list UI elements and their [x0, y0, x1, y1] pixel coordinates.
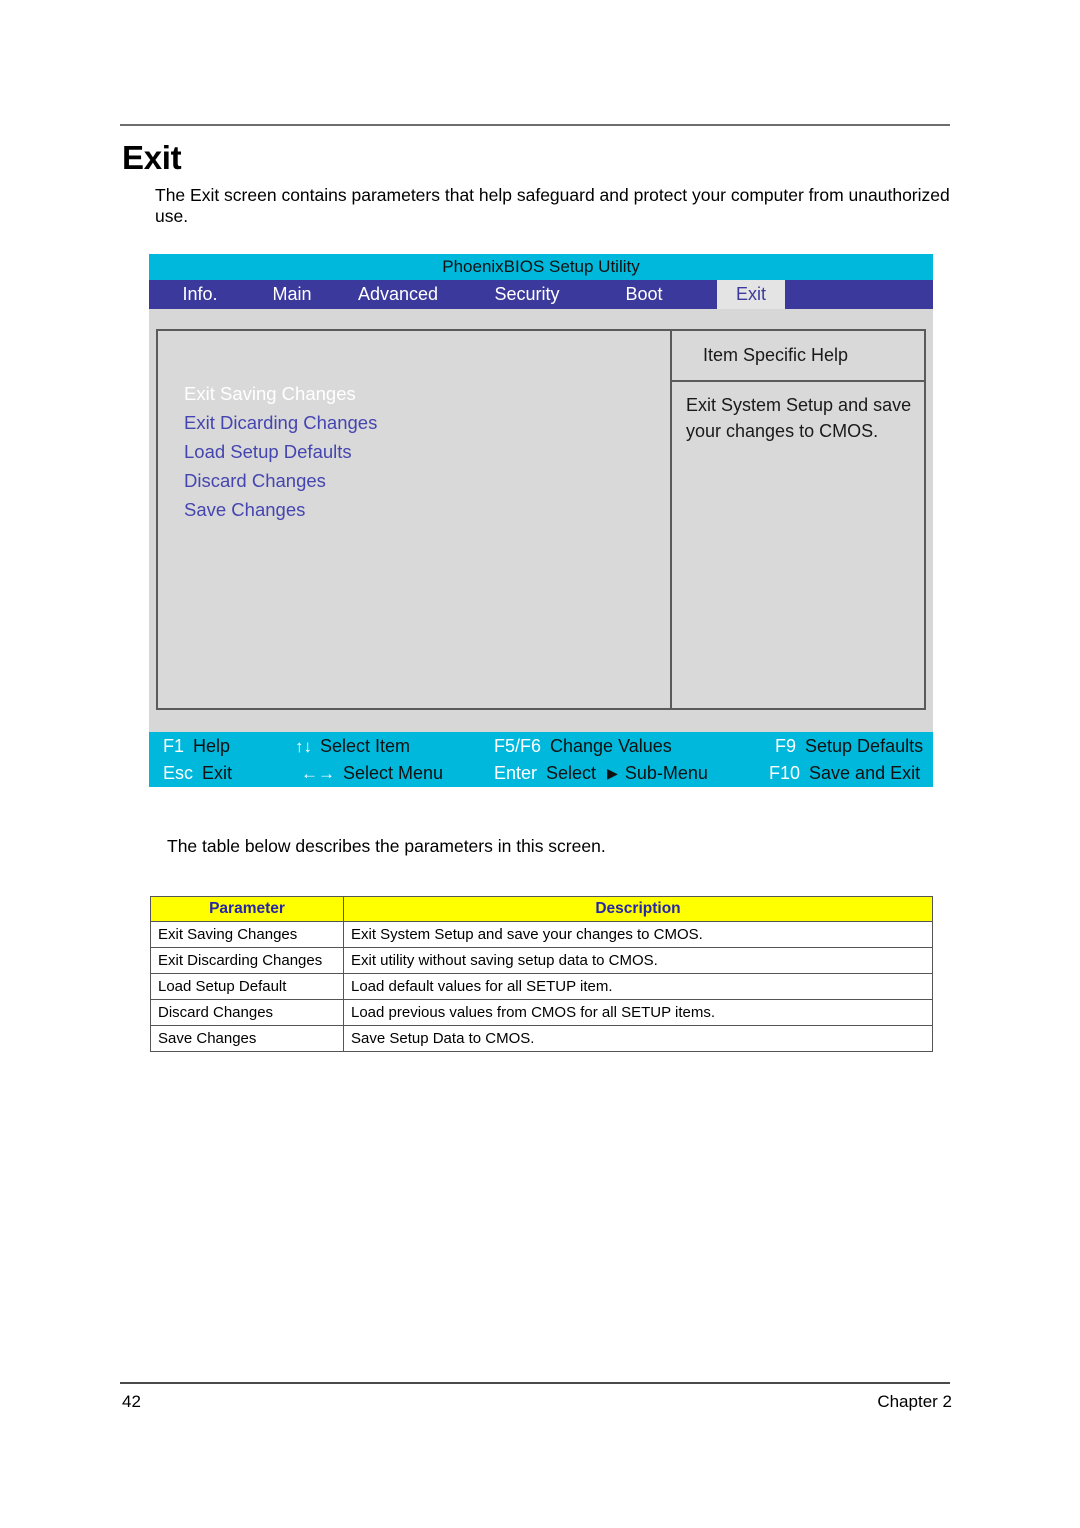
table-row: Save Changes Save Setup Data to CMOS.	[150, 1025, 933, 1052]
cell-parameter: Discard Changes	[150, 999, 344, 1026]
table-header-description: Description	[343, 896, 933, 922]
menu-item-exit-discarding-changes[interactable]: Exit Dicarding Changes	[184, 413, 644, 432]
table-header-parameter: Parameter	[150, 896, 344, 922]
item-specific-help-panel: Item Specific Help Exit System Setup and…	[670, 329, 926, 710]
cell-description: Load default values for all SETUP item.	[343, 973, 933, 1000]
key-f5-f6-name: F5/F6	[494, 736, 542, 756]
bios-setup-window: PhoenixBIOS Setup Utility Info. Main Adv…	[149, 254, 933, 787]
key-f1[interactable]: F1 Help	[163, 733, 230, 760]
key-enter-name: Enter	[494, 763, 538, 783]
menu-item-discard-changes[interactable]: Discard Changes	[184, 471, 644, 490]
key-f5-f6-label: Change Values	[550, 736, 672, 756]
cell-parameter: Load Setup Default	[150, 973, 344, 1000]
tab-info[interactable]: Info.	[154, 280, 246, 309]
header-rule	[120, 124, 950, 126]
left-right-arrow-icon: ←→	[301, 763, 335, 783]
menu-item-save-changes[interactable]: Save Changes	[184, 500, 644, 519]
bios-body: Exit Saving Changes Exit Dicarding Chang…	[149, 309, 933, 732]
parameters-table: Parameter Description Exit Saving Change…	[150, 896, 933, 1052]
key-help-row-1: F1 Help ↑↓ Select Item F5/F6 Change Valu…	[149, 733, 933, 760]
item-specific-help-title: Item Specific Help	[672, 331, 924, 382]
cell-parameter: Exit Discarding Changes	[150, 947, 344, 974]
key-f10[interactable]: F10 Save and Exit	[769, 760, 920, 787]
key-select-menu-label: Select Menu	[343, 763, 444, 783]
cell-description: Exit System Setup and save your changes …	[343, 921, 933, 948]
cell-description: Load previous values from CMOS for all S…	[343, 999, 933, 1026]
exit-options-list: Exit Saving Changes Exit Dicarding Chang…	[184, 384, 644, 530]
footer-rule	[120, 1382, 950, 1384]
key-esc-label: Exit	[202, 763, 233, 783]
key-esc-name: Esc	[163, 763, 194, 783]
key-enter-label: Select	[546, 763, 597, 783]
menu-item-exit-saving-changes[interactable]: Exit Saving Changes	[184, 384, 644, 403]
table-intro-paragraph: The table below describes the parameters…	[167, 836, 606, 856]
up-down-arrow-icon: ↑↓	[295, 736, 312, 756]
key-f9-label: Setup Defaults	[805, 736, 924, 756]
menu-item-load-setup-defaults[interactable]: Load Setup Defaults	[184, 442, 644, 461]
cell-description: Save Setup Data to CMOS.	[343, 1025, 933, 1052]
table-row: Discard Changes Load previous values fro…	[150, 999, 933, 1026]
page-number: 42	[122, 1392, 141, 1411]
cell-description: Exit utility without saving setup data t…	[343, 947, 933, 974]
tab-security[interactable]: Security	[471, 280, 583, 309]
page-title: Exit	[122, 139, 182, 176]
key-f1-name: F1	[163, 736, 185, 756]
key-select-item-label: Select Item	[320, 736, 411, 756]
cell-parameter: Save Changes	[150, 1025, 344, 1052]
key-f9[interactable]: F9 Setup Defaults	[775, 733, 923, 760]
key-enter[interactable]: Enter Select ▶ Sub-Menu	[494, 760, 708, 787]
bios-key-help-bar: F1 Help ↑↓ Select Item F5/F6 Change Valu…	[149, 732, 933, 787]
table-row: Exit Discarding Changes Exit utility wit…	[150, 947, 933, 974]
table-row: Load Setup Default Load default values f…	[150, 973, 933, 1000]
tab-advanced[interactable]: Advanced	[338, 280, 458, 309]
key-esc[interactable]: Esc Exit	[163, 760, 232, 787]
exit-options-panel: Exit Saving Changes Exit Dicarding Chang…	[156, 329, 670, 710]
bios-title: PhoenixBIOS Setup Utility	[149, 254, 933, 280]
key-updown-arrows[interactable]: ↑↓ Select Item	[295, 733, 410, 760]
submenu-triangle-icon: ▶	[607, 765, 618, 781]
key-f10-name: F10	[769, 763, 801, 783]
chapter-label: Chapter 2	[877, 1392, 952, 1411]
bios-tab-bar: Info. Main Advanced Security Boot Exit	[149, 280, 933, 309]
key-leftright-arrows[interactable]: ←→ Select Menu	[301, 760, 443, 787]
key-f10-label: Save and Exit	[809, 763, 921, 783]
tab-boot[interactable]: Boot	[597, 280, 691, 309]
table-header-row: Parameter Description	[150, 896, 933, 922]
key-f1-label: Help	[193, 736, 231, 756]
table-row: Exit Saving Changes Exit System Setup an…	[150, 921, 933, 948]
key-f5-f6[interactable]: F5/F6 Change Values	[494, 733, 672, 760]
cell-parameter: Exit Saving Changes	[150, 921, 344, 948]
key-help-row-2: Esc Exit ←→ Select Menu Enter Select ▶ S…	[149, 760, 933, 787]
tab-main[interactable]: Main	[246, 280, 338, 309]
tab-exit[interactable]: Exit	[717, 280, 785, 309]
intro-paragraph: The Exit screen contains parameters that…	[155, 185, 950, 226]
key-f9-name: F9	[775, 736, 797, 756]
key-submenu-label: Sub-Menu	[624, 763, 708, 783]
item-specific-help-text: Exit System Setup and save your changes …	[686, 395, 912, 441]
